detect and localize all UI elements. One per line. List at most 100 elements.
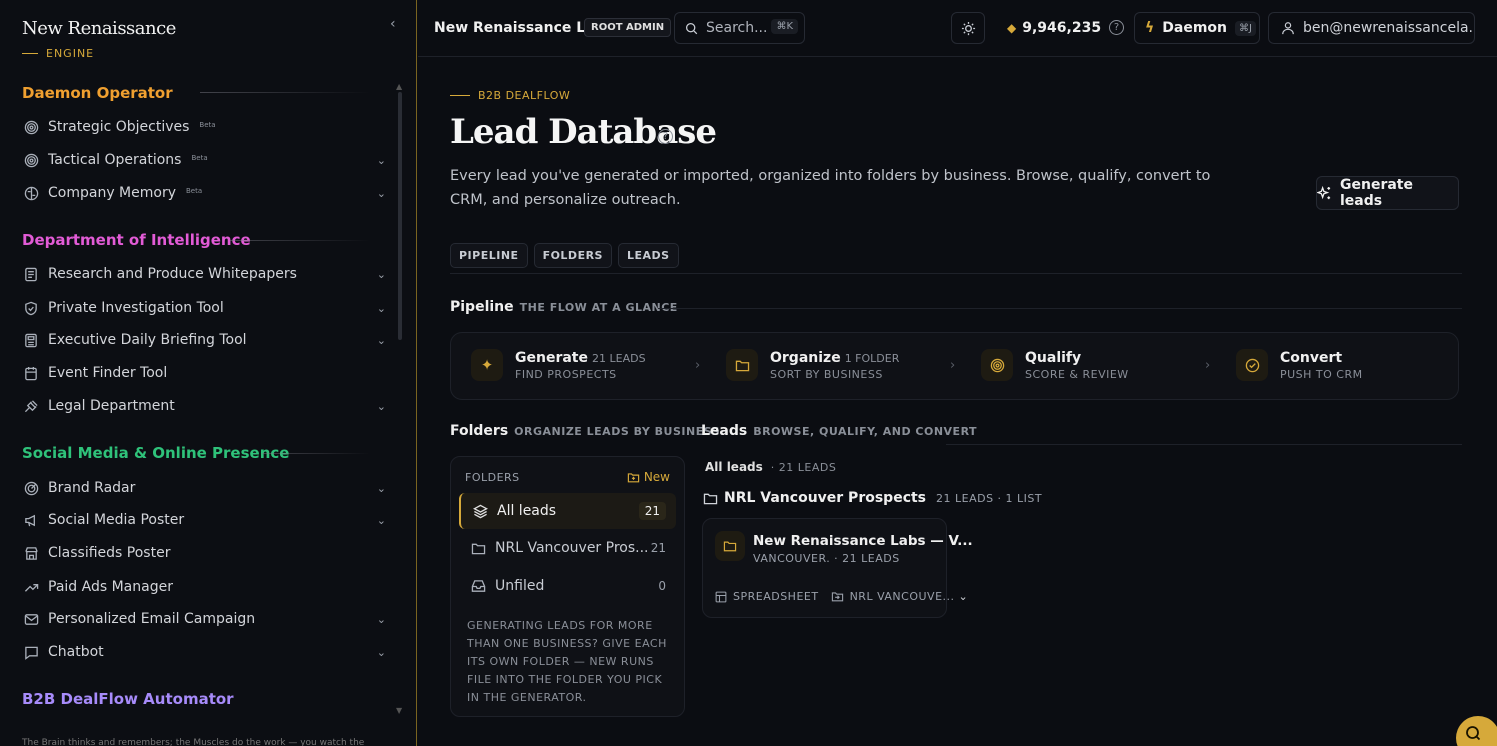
sidebar-scrollbar[interactable]	[398, 92, 402, 340]
help-icon[interactable]: ?	[1109, 20, 1124, 35]
folder-count: 0	[658, 579, 666, 593]
folder-count: 21	[650, 541, 666, 555]
pipeline-step-generate[interactable]: ✦ Generate 21 LEADS FIND PROSPECTS	[471, 349, 646, 381]
sidebar-item-chatbot[interactable]: Chatbot ⌄	[22, 639, 386, 665]
section-title-daemon-operator: Daemon Operator	[22, 84, 173, 102]
target-icon	[22, 151, 40, 169]
search-placeholder: Search...	[706, 20, 768, 36]
sidebar-item-event-finder[interactable]: Event Finder Tool	[22, 360, 386, 386]
pipeline-step-convert[interactable]: Convert PUSH TO CRM	[1236, 349, 1363, 381]
brand-subtitle: ENGINE	[22, 47, 176, 60]
chevron-down-icon: ⌄	[958, 590, 969, 603]
inbox-icon	[469, 579, 487, 593]
folder-row-nrl-vancouver[interactable]: NRL Vancouver Pros... 21	[459, 530, 676, 566]
section-tabs: PIPELINE FOLDERS LEADS	[450, 243, 679, 268]
section-title-b2b-dealflow[interactable]: B2B DealFlow Automator	[22, 690, 234, 708]
chat-icon	[1465, 725, 1481, 741]
sun-icon	[961, 21, 976, 36]
folder-move-icon	[831, 591, 844, 602]
section-title-department-of-intelligence: Department of Intelligence	[22, 231, 251, 249]
user-menu-button[interactable]: ben@newrenaissancela...	[1268, 12, 1475, 44]
sidebar-item-paid-ads-manager[interactable]: Paid Ads Manager	[22, 574, 386, 600]
sidebar-item-personalized-email[interactable]: Personalized Email Campaign ⌄	[22, 606, 386, 632]
sidebar-item-social-media-poster[interactable]: Social Media Poster ⌄	[22, 507, 386, 533]
search-input[interactable]: Search... ⌘K	[674, 12, 805, 44]
radar-icon	[22, 479, 40, 497]
chevron-right-icon: ›	[950, 358, 956, 373]
chevron-down-icon[interactable]: ⌄	[377, 646, 386, 659]
leads-heading: Leads BROWSE, QUALIFY, AND CONVERT	[701, 423, 978, 439]
sidebar-item-executive-briefing[interactable]: Executive Daily Briefing Tool ⌄	[22, 327, 386, 353]
sidebar-item-label: Brand Radar	[48, 480, 136, 496]
daemon-label: Daemon	[1162, 20, 1227, 36]
sidebar-item-label: Strategic Objectives	[48, 119, 190, 135]
folder-select[interactable]: NRL VANCOUVE... ⌄	[850, 590, 969, 603]
folder-group-header[interactable]: NRL Vancouver Prospects 21 LEADS · 1 LIS…	[703, 490, 1042, 506]
scroll-up-icon[interactable]: ▲	[396, 82, 402, 91]
sparkles-icon	[1317, 185, 1332, 201]
check-circle-icon	[1236, 349, 1268, 381]
folder-icon	[703, 492, 718, 505]
chevron-down-icon[interactable]: ⌄	[377, 613, 386, 626]
folder-group-name: NRL Vancouver Prospects	[724, 490, 927, 506]
lead-list-name: New Renaissance Labs — V...	[753, 533, 973, 549]
tab-leads[interactable]: LEADS	[617, 243, 679, 268]
sidebar-item-label: Research and Produce Whitepapers	[48, 266, 297, 282]
chevron-down-icon[interactable]: ⌄	[377, 514, 386, 527]
folder-row-all-leads[interactable]: All leads 21	[459, 493, 676, 529]
chevron-down-icon[interactable]: ⌄	[377, 482, 386, 495]
chevron-down-icon[interactable]: ⌄	[377, 334, 386, 347]
sidebar-item-label: Company Memory	[48, 185, 176, 201]
page-eyebrow: B2B DEALFLOW	[450, 89, 570, 102]
brand-logo[interactable]: New Renaissance ENGINE	[22, 18, 176, 60]
credits-balance[interactable]: ◆ 9,946,235	[1007, 20, 1101, 36]
role-badge: ROOT ADMIN	[584, 18, 672, 37]
sidebar-item-whitepapers[interactable]: Research and Produce Whitepapers ⌄	[22, 261, 386, 287]
sidebar-item-strategic-objectives[interactable]: Strategic Objectives Beta	[22, 114, 386, 140]
new-folder-button[interactable]: New	[627, 470, 670, 484]
mail-icon	[22, 610, 40, 628]
sidebar-item-classifieds-poster[interactable]: Classifieds Poster	[22, 540, 386, 566]
table-icon	[715, 591, 727, 603]
target-icon	[22, 118, 40, 136]
chevron-down-icon[interactable]: ⌄	[377, 187, 386, 200]
search-shortcut: ⌘K	[771, 19, 798, 34]
sidebar-item-legal-department[interactable]: Legal Department ⌄	[22, 393, 386, 419]
help-icon[interactable]: ?	[658, 129, 673, 144]
folder-icon	[726, 349, 758, 381]
chevron-down-icon[interactable]: ⌄	[377, 154, 386, 167]
pipeline-step-organize[interactable]: Organize 1 FOLDER SORT BY BUSINESS	[726, 349, 899, 381]
sidebar-item-label: Legal Department	[48, 398, 175, 414]
daemon-button[interactable]: ϟ Daemon ⌘J	[1134, 12, 1260, 44]
tab-folders[interactable]: FOLDERS	[533, 243, 612, 268]
generate-leads-button[interactable]: Generate leads	[1316, 176, 1459, 210]
bolt-icon: ϟ	[1145, 20, 1155, 36]
sidebar-item-label: Paid Ads Manager	[48, 579, 173, 595]
folder-group-meta: 21 LEADS · 1 LIST	[936, 491, 1043, 505]
sidebar-item-label: Social Media Poster	[48, 512, 185, 528]
pipeline-step-qualify[interactable]: Qualify SCORE & REVIEW	[981, 349, 1129, 381]
chevron-down-icon[interactable]: ⌄	[377, 400, 386, 413]
sidebar-item-brand-radar[interactable]: Brand Radar ⌄	[22, 475, 386, 501]
collapse-sidebar-icon[interactable]: ‹	[390, 16, 396, 32]
user-email: ben@newrenaissancela...	[1303, 20, 1475, 36]
chevron-down-icon[interactable]: ⌄	[377, 302, 386, 315]
chevron-down-icon[interactable]: ⌄	[377, 268, 386, 281]
divider	[450, 273, 1462, 274]
sidebar-item-label: Classifieds Poster	[48, 545, 171, 561]
folder-row-unfiled[interactable]: Unfiled 0	[459, 568, 676, 604]
folders-hint: GENERATING LEADS FOR MORE THAN ONE BUSIN…	[467, 619, 667, 704]
layers-icon	[471, 504, 489, 519]
sidebar-item-company-memory[interactable]: Company Memory Beta ⌄	[22, 180, 386, 206]
sidebar-item-private-investigation[interactable]: Private Investigation Tool ⌄	[22, 295, 386, 321]
folders-heading: Folders ORGANIZE LEADS BY BUSINESS	[450, 423, 721, 439]
user-icon	[1281, 21, 1295, 35]
lead-list-card[interactable]: New Renaissance Labs — V... VANCOUVER. ·…	[702, 518, 973, 618]
scroll-down-icon[interactable]: ▼	[396, 706, 402, 715]
trending-up-icon	[22, 578, 40, 596]
tab-pipeline[interactable]: PIPELINE	[450, 243, 528, 268]
sidebar-item-tactical-operations[interactable]: Tactical Operations Beta ⌄	[22, 147, 386, 173]
pipeline-heading: Pipeline THE FLOW AT A GLANCE	[450, 299, 678, 315]
theme-toggle-button[interactable]	[951, 12, 985, 44]
calendar-icon	[22, 364, 40, 382]
